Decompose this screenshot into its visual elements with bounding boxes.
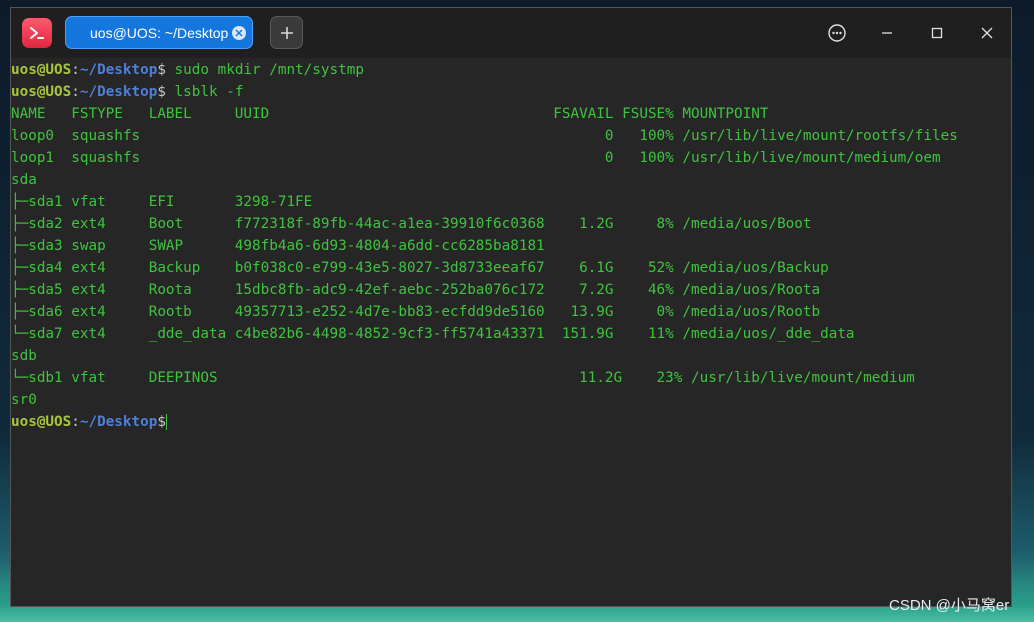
- output-line: └─sda7 ext4 _dde_data c4be82b6-4498-4852…: [11, 326, 855, 342]
- prompt-line: uos@UOS:~/Desktop$: [11, 411, 167, 433]
- output-line: sda: [11, 172, 37, 188]
- tab-desktop[interactable]: uos@UOS: ~/Desktop: [65, 16, 253, 49]
- prompt-line: uos@UOS:~/Desktop$ sudo mkdir /mnt/systm…: [11, 59, 364, 81]
- prompt-user: uos@UOS: [11, 84, 72, 100]
- prompt-path: ~/Desktop: [79, 62, 158, 78]
- terminal-area[interactable]: uos@UOS:~/Desktop$ sudo mkdir /mnt/systm…: [11, 58, 1011, 606]
- close-icon: [981, 27, 993, 39]
- prompt-user: uos@UOS: [11, 414, 72, 430]
- prompt-dollar: $: [157, 62, 166, 78]
- prompt-path: ~/Desktop: [79, 414, 158, 430]
- prompt-dollar: $: [157, 84, 166, 100]
- maximize-button[interactable]: [924, 20, 950, 46]
- menu-button[interactable]: [824, 20, 850, 46]
- terminal-icon[interactable]: [22, 18, 52, 48]
- command-text: sudo mkdir /mnt/systmp: [165, 62, 364, 78]
- output-line: sdb: [11, 348, 37, 364]
- maximize-icon: [931, 27, 943, 39]
- plus-icon: [280, 26, 293, 39]
- command-text: lsblk -f: [165, 84, 244, 100]
- prompt-user: uos@UOS: [11, 62, 72, 78]
- more-icon: [828, 24, 846, 42]
- output-line: ├─sda2 ext4 Boot f772318f-89fb-44ac-a1ea…: [11, 216, 812, 232]
- terminal-window: uos@UOS: ~/Desktop uos@UOS:~/Desktop$ su…: [10, 7, 1012, 607]
- output-line: ├─sda5 ext4 Roota 15dbc8fb-adc9-42ef-aeb…: [11, 282, 821, 298]
- prompt-colon: :: [71, 62, 80, 78]
- output-line: NAME FSTYPE LABEL UUID FSAVAIL FSUSE% MO…: [11, 106, 769, 122]
- close-button[interactable]: [974, 20, 1000, 46]
- close-icon[interactable]: [232, 26, 246, 40]
- output-line: loop0 squashfs 0 100% /usr/lib/live/moun…: [11, 128, 958, 144]
- prompt-colon: :: [71, 84, 80, 100]
- output-line: ├─sda3 swap SWAP 498fb4a6-6d93-4804-a6dd…: [11, 238, 545, 254]
- output-line: ├─sda6 ext4 Rootb 49357713-e252-4d7e-bb8…: [11, 304, 821, 320]
- new-tab-button[interactable]: [270, 16, 303, 49]
- output-line: loop1 squashfs 0 100% /usr/lib/live/moun…: [11, 150, 941, 166]
- minimize-icon: [882, 32, 892, 34]
- watermark: CSDN @小马窝er: [889, 597, 1010, 614]
- prompt-dollar: $: [157, 414, 166, 430]
- title-bar[interactable]: uos@UOS: ~/Desktop: [11, 8, 1011, 58]
- tab-title: uos@UOS: ~/Desktop: [90, 25, 229, 41]
- output-line: ├─sda4 ext4 Backup b0f038c0-e799-43e5-80…: [11, 260, 829, 276]
- output-line: └─sdb1 vfat DEEPINOS 11.2G 23% /usr/lib/…: [11, 370, 915, 386]
- prompt-line: uos@UOS:~/Desktop$ lsblk -f: [11, 81, 243, 103]
- minimize-button[interactable]: [874, 20, 900, 46]
- prompt-path: ~/Desktop: [79, 84, 158, 100]
- text-cursor: [165, 414, 167, 430]
- prompt-colon: :: [71, 414, 80, 430]
- output-line: sr0: [11, 392, 37, 408]
- output-line: ├─sda1 vfat EFI 3298-71FE: [11, 194, 313, 210]
